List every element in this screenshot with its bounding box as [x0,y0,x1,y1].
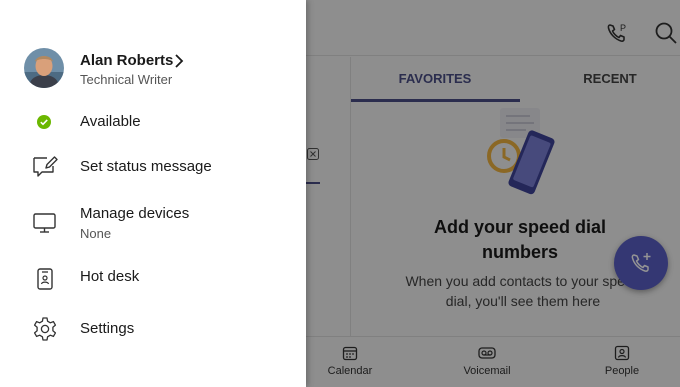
manage-devices-label: Manage devices [80,205,190,222]
status-message-icon [32,153,58,179]
manage-devices-item[interactable]: Manage devices None [0,202,306,244]
hot-desk-icon [32,266,58,292]
hot-desk-item[interactable]: Hot desk [0,264,306,292]
profile-name: Alan Roberts [80,52,174,69]
avatar [24,48,64,88]
settings-label: Settings [80,320,135,337]
profile-title: Technical Writer [80,72,173,87]
settings-item[interactable]: Settings [0,314,306,344]
set-status-message-item[interactable]: Set status message [0,152,306,182]
availability-label: Available [80,113,141,130]
status-dot-icon [37,115,51,129]
availability-status-item[interactable]: Available [0,108,306,136]
hot-desk-label: Hot desk [80,268,140,285]
chevron-right-icon [173,52,185,75]
account-drawer: Alan Roberts Technical Writer Available … [0,0,306,387]
gear-icon [32,316,58,342]
set-status-message-label: Set status message [80,158,212,175]
manage-devices-value: None [80,226,112,241]
monitor-icon [32,210,58,236]
profile-header[interactable]: Alan Roberts Technical Writer [0,38,306,98]
